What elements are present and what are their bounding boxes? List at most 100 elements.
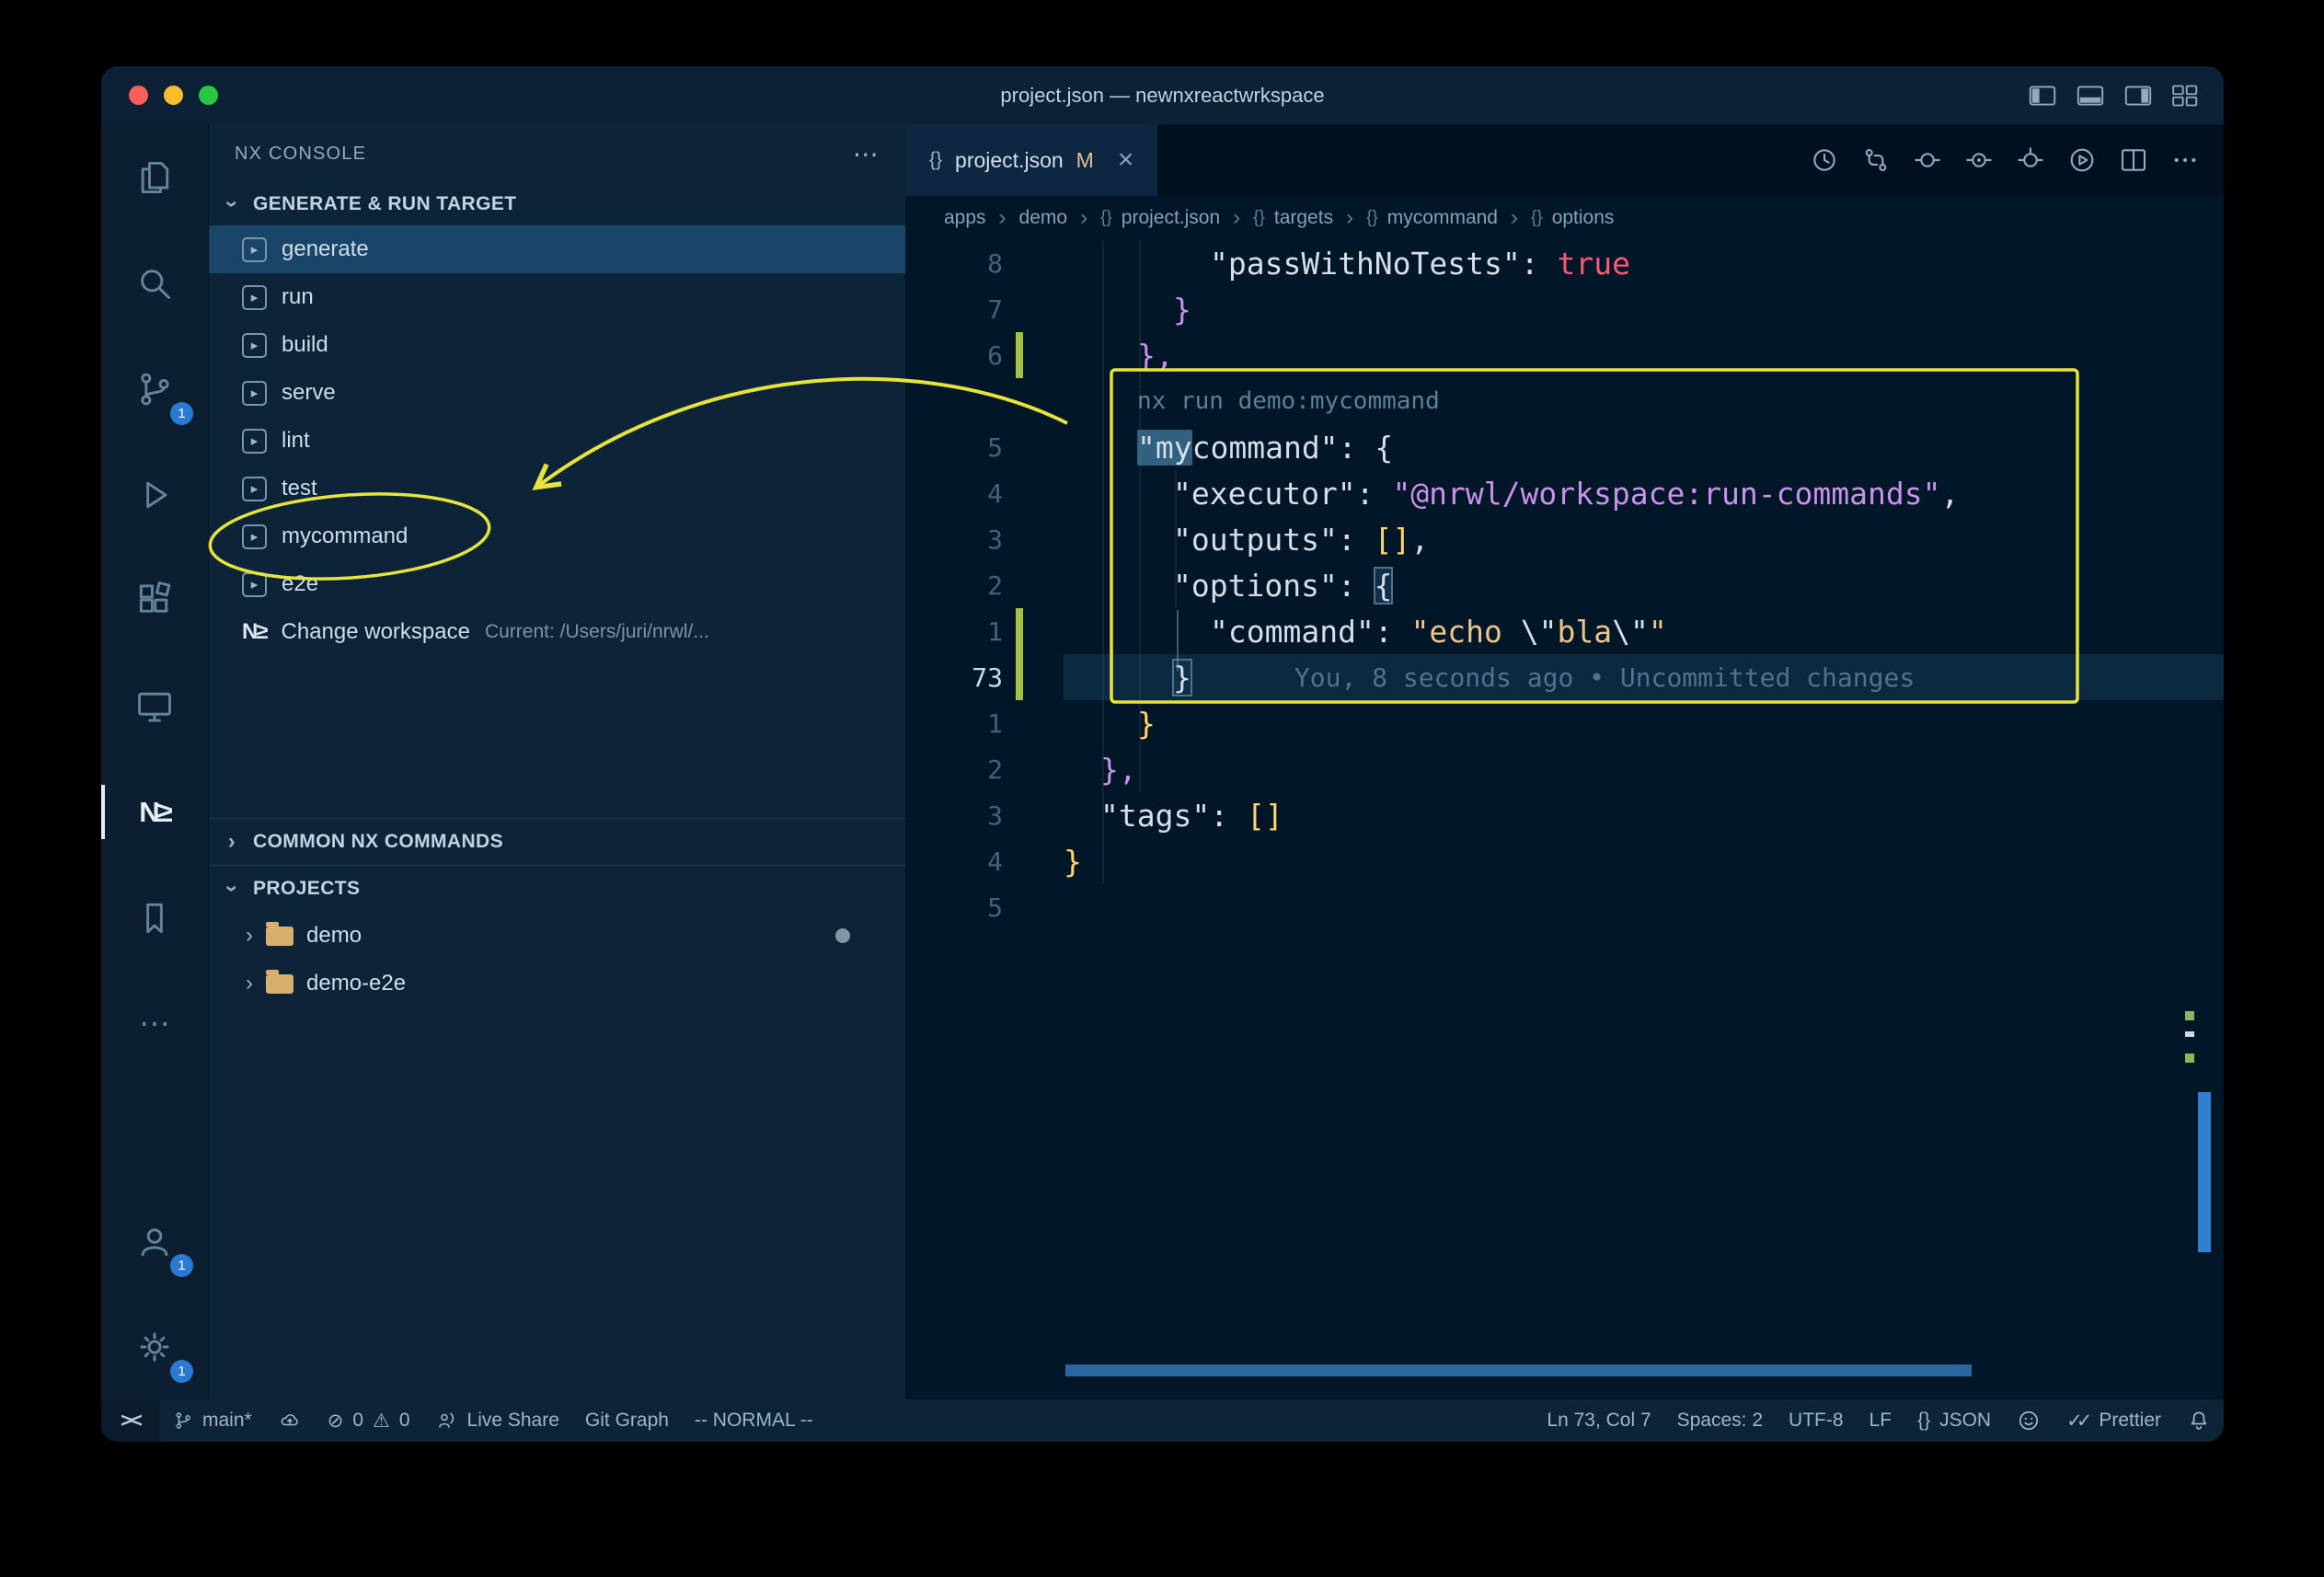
- gutter-modified: [1016, 654, 1023, 700]
- breadcrumb-options[interactable]: options: [1552, 207, 1615, 229]
- status-right: Ln 73, Col 7 Spaces: 2 UTF-8 LF {}JSON ✓…: [1534, 1399, 2224, 1442]
- split-editor-icon[interactable]: [2119, 145, 2148, 175]
- source-control-icon[interactable]: 1: [101, 336, 208, 442]
- code-line[interactable]: 5: [905, 884, 2224, 930]
- indentation-setting[interactable]: Spaces: 2: [1664, 1399, 1776, 1442]
- cursor-position[interactable]: Ln 73, Col 7: [1534, 1399, 1663, 1442]
- window-controls: [129, 66, 218, 124]
- bracket-pair-guide: [1177, 610, 1179, 671]
- git-compare-icon[interactable]: [1861, 145, 1891, 175]
- toggle-sidebar-right-icon[interactable]: [2124, 85, 2152, 107]
- zoom-window-button[interactable]: [199, 86, 218, 105]
- activity-top: 1 N≥ ⋯: [101, 124, 208, 1076]
- line-number: 2: [905, 746, 1016, 792]
- breadcrumbs: apps › demo › {} project.json › {} targe…: [905, 196, 2224, 240]
- target-run-icon: ▸: [242, 572, 267, 597]
- problems-indicator[interactable]: ⊘0⚠0: [315, 1399, 423, 1442]
- open-changes-icon[interactable]: [1913, 145, 1942, 175]
- section-header-projects[interactable]: › PROJECTS: [209, 865, 905, 912]
- settings-gear-icon[interactable]: 1: [101, 1294, 208, 1399]
- customize-layout-icon[interactable]: [2172, 85, 2198, 107]
- horizontal-scrollbar[interactable]: [1065, 1364, 1972, 1376]
- code-lens-run-command[interactable]: nx run demo:mycommand: [1137, 387, 1440, 415]
- more-views-icon[interactable]: ⋯: [101, 971, 208, 1076]
- change-workspace-item[interactable]: N≥ Change workspace Current: /Users/juri…: [209, 608, 905, 656]
- code-editor[interactable]: 8 "passWithNoTests": true 7 } 6 }, nx ru…: [905, 240, 2224, 1399]
- timeline-history-icon[interactable]: [1810, 145, 1839, 175]
- publish-sync-icon[interactable]: [265, 1399, 315, 1442]
- json-symbol-icon: {}: [1100, 208, 1112, 228]
- search-icon[interactable]: [101, 230, 208, 336]
- minimize-window-button[interactable]: [164, 86, 183, 105]
- breadcrumb-separator: ›: [1233, 205, 1240, 231]
- open-next-change-icon[interactable]: [2016, 145, 2045, 175]
- word-highlight: "my: [1137, 430, 1192, 466]
- gutter: [1016, 746, 1023, 792]
- gutter-modified: [1016, 332, 1023, 378]
- tab-project-json[interactable]: {} project.json M ×: [905, 124, 1157, 196]
- editor-actions: [1810, 124, 2224, 196]
- vim-mode-indicator[interactable]: -- NORMAL --: [682, 1399, 826, 1442]
- project-status-dot: [835, 928, 850, 943]
- chevron-down-icon: ›: [219, 194, 245, 214]
- feedback-smiley-icon[interactable]: [2004, 1399, 2054, 1442]
- line-number: 7: [905, 286, 1016, 332]
- target-item-lint[interactable]: ▸ lint: [209, 417, 905, 465]
- accounts-icon[interactable]: 1: [101, 1188, 208, 1294]
- json-symbol-icon: {}: [1531, 208, 1543, 228]
- gutter: [1016, 884, 1023, 930]
- project-item-demo[interactable]: › demo: [209, 912, 905, 960]
- gutter: [1016, 562, 1023, 608]
- language-mode[interactable]: {}JSON: [1904, 1399, 2004, 1442]
- encoding-setting[interactable]: UTF-8: [1776, 1399, 1857, 1442]
- toggle-sidebar-left-icon[interactable]: [2029, 85, 2056, 107]
- chevron-right-icon: ›: [222, 829, 242, 855]
- breadcrumb-separator: ›: [1511, 205, 1518, 231]
- section-header-generate[interactable]: › GENERATE & RUN TARGET: [209, 183, 905, 225]
- breadcrumb-separator: ›: [1080, 205, 1087, 231]
- explorer-icon[interactable]: [101, 124, 208, 230]
- target-item-generate[interactable]: ▸ generate: [209, 225, 905, 273]
- section-header-common-commands[interactable]: › COMMON NX COMMANDS: [209, 818, 905, 865]
- vertical-scrollbar[interactable]: [2198, 1092, 2211, 1252]
- eol-setting[interactable]: LF: [1857, 1399, 1905, 1442]
- breadcrumb-separator: ›: [999, 205, 1007, 231]
- target-item-serve[interactable]: ▸ serve: [209, 369, 905, 417]
- extensions-icon[interactable]: [101, 547, 208, 653]
- breadcrumb-apps[interactable]: apps: [944, 207, 986, 229]
- remote-indicator[interactable]: ><: [101, 1399, 160, 1442]
- bookmarks-icon[interactable]: [101, 865, 208, 971]
- gutter: [1016, 240, 1023, 286]
- activity-bar: 1 N≥ ⋯ 1 1: [101, 124, 209, 1399]
- gutter: [1016, 378, 1023, 424]
- breadcrumb-demo[interactable]: demo: [1019, 207, 1068, 229]
- gutter: [1016, 792, 1023, 838]
- target-item-e2e[interactable]: ▸ e2e: [209, 560, 905, 608]
- close-window-button[interactable]: [129, 86, 148, 105]
- close-tab-icon[interactable]: ×: [1118, 144, 1134, 176]
- run-target-icon[interactable]: [2067, 145, 2097, 175]
- prettier-status[interactable]: ✓✓Prettier: [2054, 1399, 2174, 1442]
- more-actions-icon[interactable]: [2170, 145, 2200, 175]
- git-graph-button[interactable]: Git Graph: [572, 1399, 682, 1442]
- git-branch-indicator[interactable]: main*: [160, 1399, 265, 1442]
- run-debug-icon[interactable]: [101, 442, 208, 547]
- target-item-test[interactable]: ▸ test: [209, 465, 905, 512]
- open-previous-change-icon[interactable]: [1964, 145, 1994, 175]
- breadcrumb-mycommand[interactable]: mycommand: [1387, 207, 1498, 229]
- gutter: [1016, 286, 1023, 332]
- remote-explorer-icon[interactable]: [101, 653, 208, 759]
- breadcrumb-project-json[interactable]: project.json: [1122, 207, 1220, 229]
- tab-label: project.json: [955, 148, 1064, 173]
- target-item-mycommand[interactable]: ▸ mycommand: [209, 512, 905, 560]
- live-share-button[interactable]: Live Share: [423, 1399, 572, 1442]
- nx-console-icon[interactable]: N≥: [101, 759, 208, 865]
- notifications-bell-icon[interactable]: [2174, 1399, 2224, 1442]
- panel-more-actions-icon[interactable]: ⋯: [853, 139, 880, 169]
- target-item-run[interactable]: ▸ run: [209, 273, 905, 321]
- gutter: [1016, 470, 1023, 516]
- breadcrumb-targets[interactable]: targets: [1274, 207, 1333, 229]
- project-item-demo-e2e[interactable]: › demo-e2e: [209, 960, 905, 1007]
- toggle-panel-icon[interactable]: [2077, 85, 2104, 107]
- target-item-build[interactable]: ▸ build: [209, 321, 905, 369]
